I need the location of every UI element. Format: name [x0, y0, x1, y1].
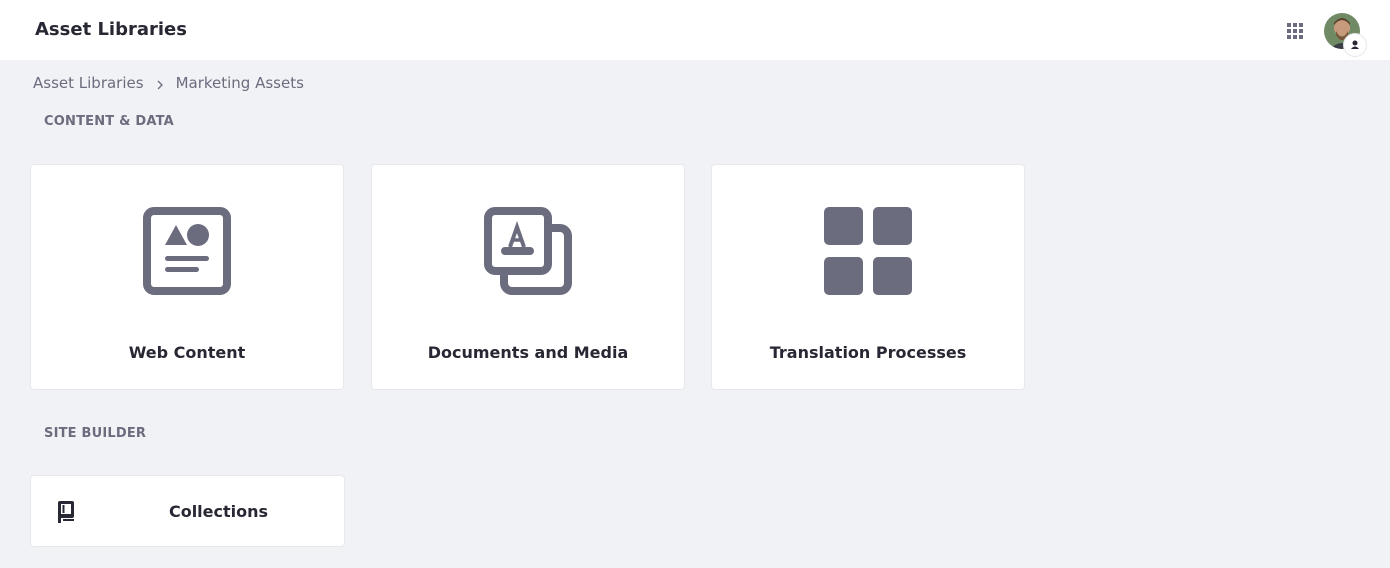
section-label-site-builder: SITE BUILDER — [44, 426, 147, 441]
collections-icon — [57, 501, 75, 523]
card-translation-processes[interactable]: Translation Processes — [711, 164, 1025, 390]
card-title: Translation Processes — [769, 343, 967, 362]
translation-processes-icon — [824, 207, 912, 295]
page-title: Asset Libraries — [35, 19, 187, 40]
card-title: Collections — [168, 502, 269, 521]
apps-grid-icon[interactable] — [1285, 21, 1305, 41]
chevron-right-icon — [154, 77, 166, 90]
card-title: Web Content — [128, 343, 246, 362]
breadcrumb-asset-libraries[interactable]: Asset Libraries — [33, 74, 144, 92]
card-collections[interactable]: Collections — [30, 475, 345, 547]
top-bar: Asset Libraries — [0, 0, 1390, 60]
section-label-content-data: CONTENT & DATA — [44, 114, 174, 129]
breadcrumb-current: Marketing Assets — [175, 74, 304, 92]
card-documents-media[interactable]: Documents and Media — [371, 164, 685, 390]
web-content-icon — [143, 207, 231, 295]
card-web-content[interactable]: Web Content — [30, 164, 344, 390]
breadcrumb: Asset Libraries Marketing Assets — [33, 74, 304, 92]
user-status-icon — [1344, 34, 1366, 56]
card-title: Documents and Media — [427, 343, 629, 362]
documents-media-icon — [484, 207, 572, 295]
